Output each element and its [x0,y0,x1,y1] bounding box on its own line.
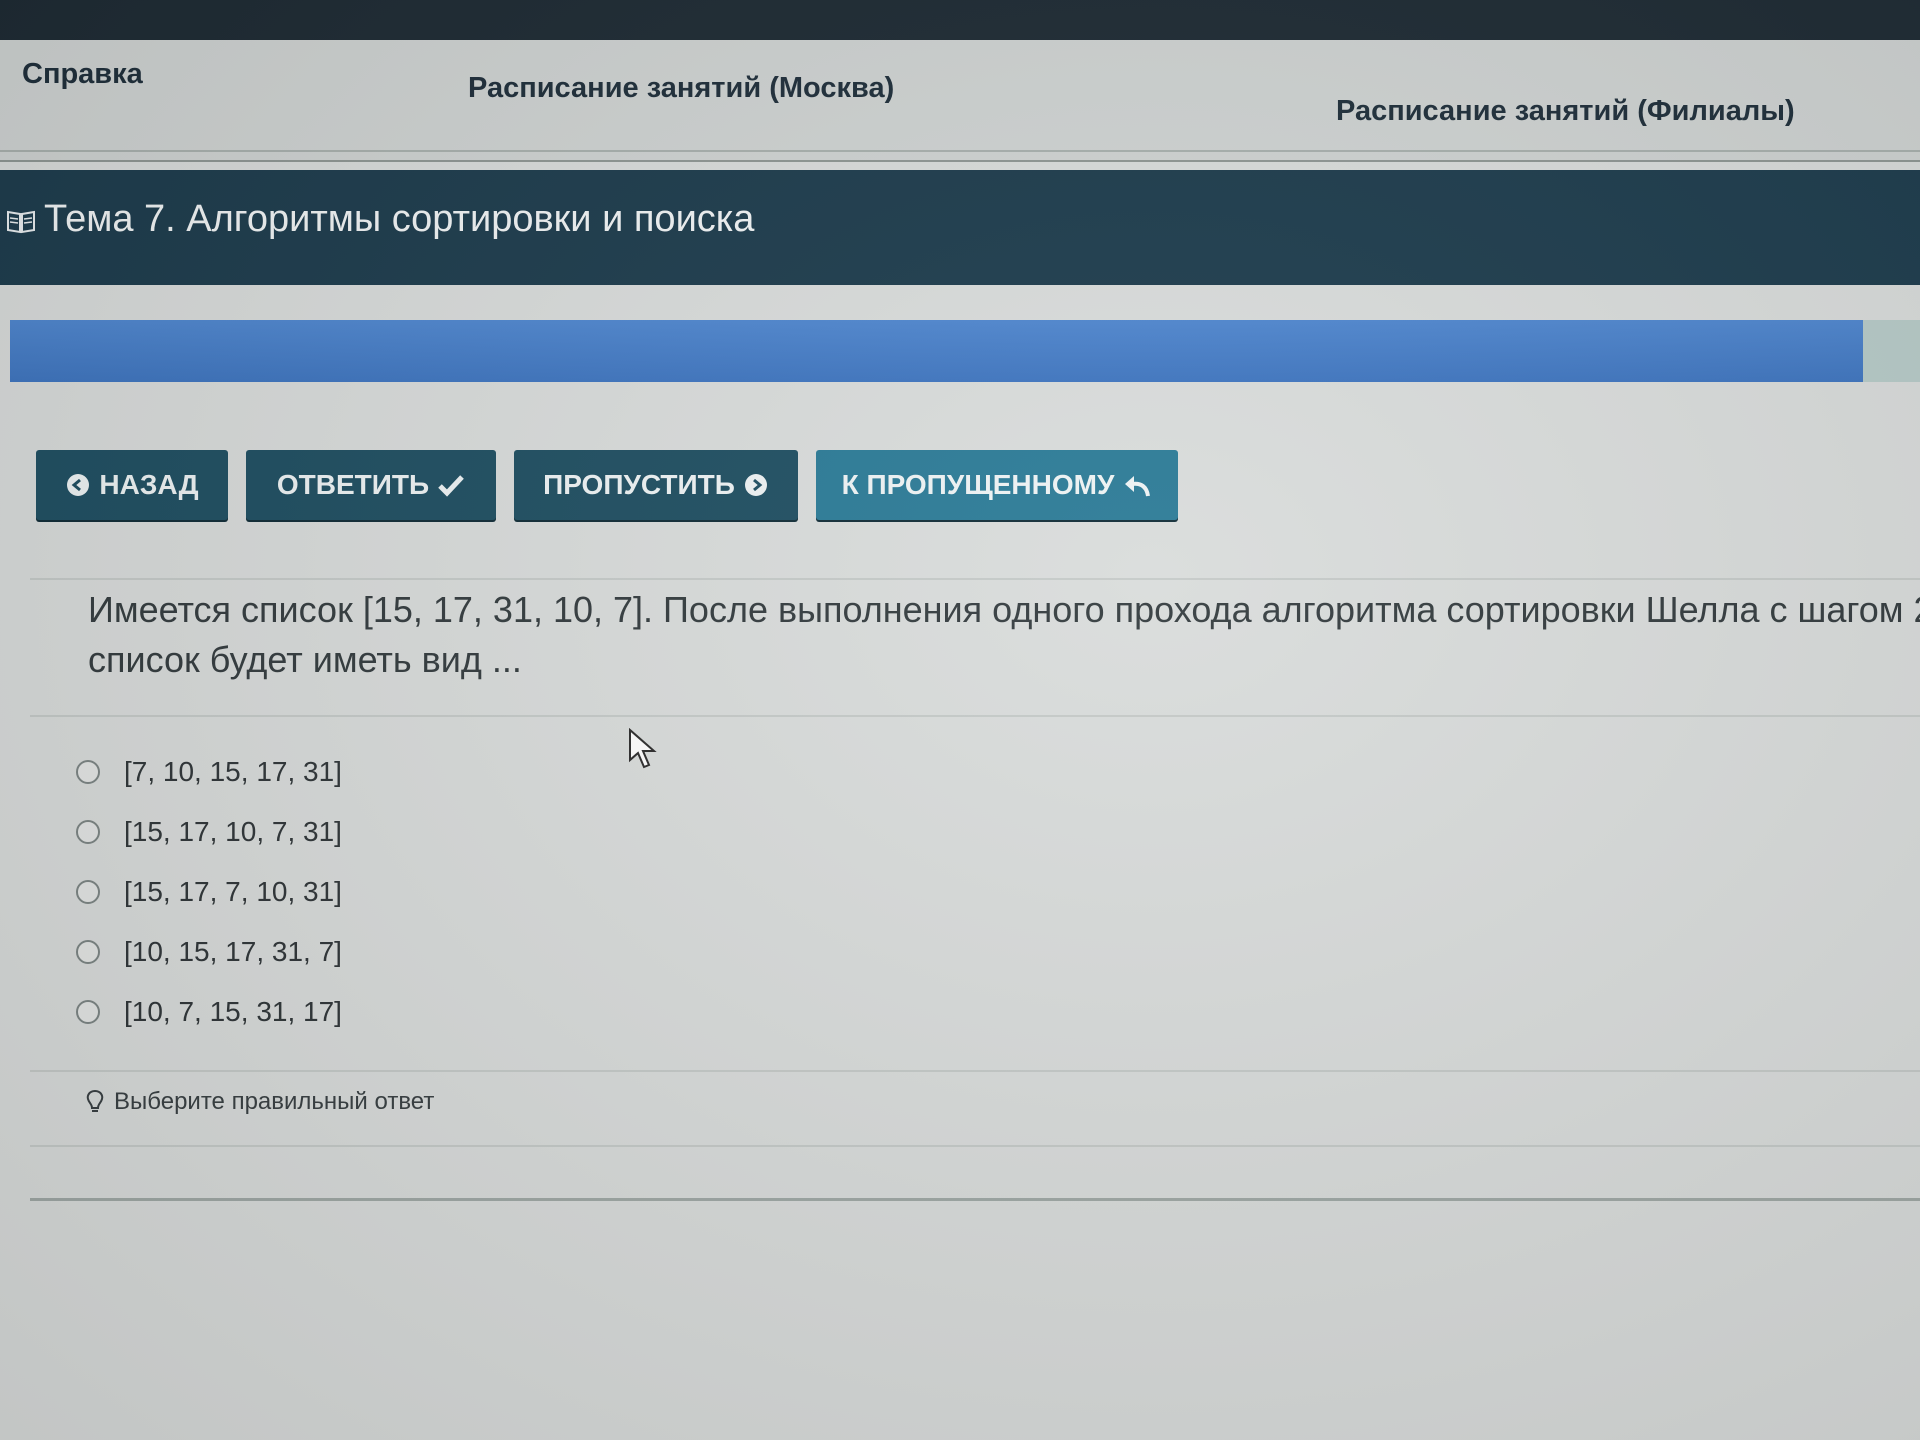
book-icon [7,210,35,234]
answer-option[interactable]: [15, 17, 10, 7, 31] [76,802,342,862]
radio-button[interactable] [76,880,100,904]
hint: Выберите правильный ответ [84,1088,434,1116]
page-title: Тема 7. Алгоритмы сортировки и поиска [44,198,755,240]
content-bottom-border [30,1198,1920,1201]
answer-option-label: [15, 17, 7, 10, 31] [124,876,342,907]
answer-option-label: [10, 15, 17, 31, 7] [124,936,342,967]
circle-arrow-right-icon [744,474,767,496]
progress-bar [10,320,1920,382]
nav-schedule-branches-link[interactable]: Расписание занятий (Филиалы) [1336,95,1795,128]
hint-text: Выберите правильный ответ [114,1088,435,1115]
separator [30,1070,1920,1072]
question-line-1: Имеется список [15, 17, 31, 10, 7]. Посл… [88,589,1920,630]
to-skipped-button[interactable]: К ПРОПУЩЕННОМУ [816,450,1178,520]
answer-button-label: ОТВЕТИТЬ [276,469,430,500]
separator [30,578,1920,580]
quiz-screen: Справка Расписание занятий (Москва) Расп… [0,0,1920,1440]
answer-options: [7, 10, 15, 17, 31] [15, 17, 10, 7, 31] … [76,742,342,1042]
mouse-cursor-icon [629,728,657,769]
separator [30,1145,1920,1147]
back-button[interactable]: НАЗАД [36,450,228,520]
radio-button[interactable] [76,1000,100,1024]
to-skipped-button-label: К ПРОПУЩЕННОМУ [841,469,1115,500]
nav-schedule-moscow-link[interactable]: Расписание занятий (Москва) [468,72,894,105]
nav-divider [0,150,1920,152]
radio-button[interactable] [76,760,100,784]
radio-button[interactable] [76,940,100,964]
answer-option[interactable]: [10, 15, 17, 31, 7] [76,922,342,982]
answer-option-label: [15, 17, 10, 7, 31] [124,816,342,847]
nav-help-link[interactable]: Справка [22,58,143,91]
question-line-2: список будет иметь вид ... [88,639,522,680]
separator [30,715,1920,717]
check-icon [438,475,464,497]
skip-button-label: ПРОПУСТИТЬ [543,469,735,500]
answer-option[interactable]: [15, 17, 7, 10, 31] [76,862,342,922]
radio-button[interactable] [76,820,100,844]
topic-header: Тема 7. Алгоритмы сортировки и поиска [0,170,1920,285]
nav-menu: Справка Расписание занятий (Москва) Расп… [0,40,1920,162]
question-text: Имеется список [15, 17, 31, 10, 7]. Посл… [88,585,1920,685]
circle-arrow-left-icon [67,474,90,496]
answer-option-label: [10, 7, 15, 31, 17] [124,996,342,1027]
back-button-label: НАЗАД [99,469,199,500]
answer-option[interactable]: [7, 10, 15, 17, 31] [76,742,342,802]
progress-bar-fill [10,320,1863,382]
skip-button[interactable]: ПРОПУСТИТЬ [514,450,798,520]
answer-button[interactable]: ОТВЕТИТЬ [246,450,496,520]
answer-option-label: [7, 10, 15, 17, 31] [124,756,342,787]
lightbulb-icon [86,1089,104,1112]
answer-option[interactable]: [10, 7, 15, 31, 17] [76,982,342,1042]
reply-arrow-icon [1125,476,1151,497]
